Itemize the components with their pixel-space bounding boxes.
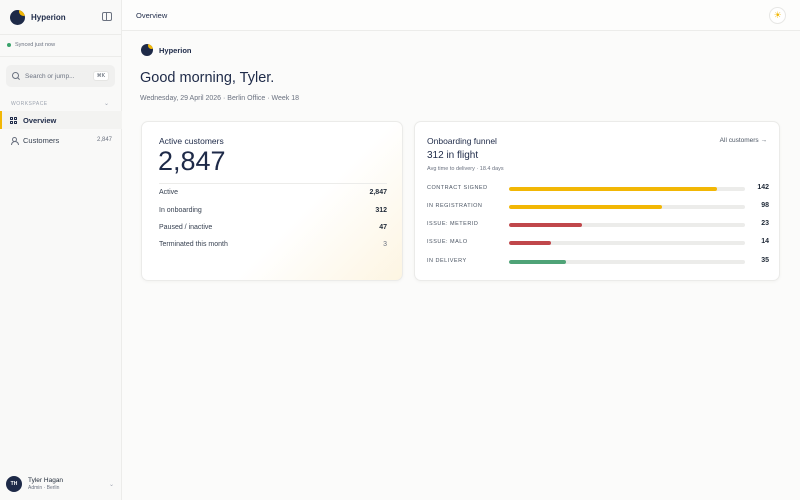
funnel-row: IN DELIVERY 35 bbox=[427, 257, 769, 267]
funnel-stage-count: 14 bbox=[761, 238, 769, 245]
funnel-row: IN REGISTRATION 98 bbox=[427, 202, 769, 212]
funnel-bar-track bbox=[509, 260, 745, 264]
stat-value: 2,847 bbox=[369, 189, 387, 196]
sidebar-item-count: 2,847 bbox=[96, 137, 112, 143]
funnel-stage-label: ISSUE: MALO bbox=[427, 239, 468, 245]
funnel-bar-fill bbox=[509, 223, 583, 227]
greeting-heading: Good morning, Tyler. bbox=[140, 70, 275, 86]
funnel-stage-count: 142 bbox=[757, 184, 769, 191]
avatar: TH bbox=[6, 476, 22, 492]
hyperion-logo-icon bbox=[141, 44, 153, 56]
stat-value: 47 bbox=[379, 224, 387, 231]
in-flight-count: 312 in flight bbox=[427, 150, 479, 161]
funnel-bar-track bbox=[509, 205, 745, 209]
theme-toggle-button[interactable]: ☀ bbox=[769, 7, 786, 24]
funnel-bar-track bbox=[509, 223, 745, 227]
funnel-bar-track bbox=[509, 241, 745, 245]
stat-row-paused: Paused / inactive 47 bbox=[159, 224, 387, 231]
sync-status-text: Synced just now bbox=[15, 42, 56, 48]
date-location-line: Wednesday, 29 April 2026 · Berlin Office… bbox=[140, 95, 300, 102]
search-shortcut: ⌘K bbox=[92, 71, 109, 81]
app-name: Hyperion bbox=[31, 13, 66, 22]
hyperion-logo-icon bbox=[10, 10, 25, 25]
sidebar-brand[interactable]: Hyperion bbox=[10, 10, 66, 25]
sidebar: Hyperion Synced just now Search or jump.… bbox=[0, 0, 122, 500]
sidebar-item-customers[interactable]: Customers 2,847 bbox=[0, 131, 122, 149]
divider bbox=[159, 183, 387, 184]
chevron-down-icon[interactable]: ⌄ bbox=[104, 100, 109, 107]
sync-status: Synced just now bbox=[7, 42, 55, 48]
main-brand-name: Hyperion bbox=[159, 45, 192, 55]
funnel-bar-fill bbox=[509, 187, 717, 191]
funnel-bar-fill bbox=[509, 241, 552, 245]
stat-label: Terminated this month bbox=[159, 241, 228, 248]
funnel-bar-fill bbox=[509, 260, 566, 264]
funnel-row: CONTRACT SIGNED 142 bbox=[427, 184, 769, 194]
stat-value: 3 bbox=[383, 241, 387, 248]
funnel-stage-count: 23 bbox=[761, 220, 769, 227]
funnel-row: ISSUE: MALO 14 bbox=[427, 238, 769, 248]
stat-row-active: Active 2,847 bbox=[159, 189, 387, 196]
divider bbox=[0, 34, 122, 35]
user-icon bbox=[10, 136, 19, 145]
onboarding-funnel-card: Onboarding funnel All customers → 312 in… bbox=[414, 121, 780, 281]
funnel-row: ISSUE: METERID 23 bbox=[427, 220, 769, 230]
funnel-stage-label: CONTRACT SIGNED bbox=[427, 185, 488, 191]
active-customers-total: 2,847 bbox=[158, 146, 226, 176]
sun-icon: ☀ bbox=[773, 10, 782, 20]
status-dot-icon bbox=[7, 43, 11, 47]
all-customers-link[interactable]: All customers → bbox=[720, 137, 767, 144]
sidebar-item-overview[interactable]: Overview bbox=[0, 111, 122, 129]
divider bbox=[0, 56, 122, 57]
active-customers-card: Active customers 2,847 Active 2,847 In o… bbox=[141, 121, 403, 281]
user-name: Tyler Hagan bbox=[28, 477, 64, 484]
sidebar-toggle-icon[interactable] bbox=[102, 12, 112, 21]
section-label-workspace: WORKSPACE bbox=[11, 101, 48, 107]
funnel-bar-track bbox=[509, 187, 745, 191]
chevron-icon: ⌄ bbox=[108, 482, 114, 488]
card-title: Onboarding funnel bbox=[427, 136, 497, 146]
search-icon bbox=[12, 72, 20, 80]
funnel-stage-label: ISSUE: METERID bbox=[427, 221, 479, 227]
funnel-stage-count: 98 bbox=[761, 202, 769, 209]
funnel-stage-label: IN REGISTRATION bbox=[427, 203, 483, 209]
stat-label: In onboarding bbox=[159, 207, 202, 214]
page-title: Overview bbox=[136, 11, 168, 20]
topbar: Overview ☀ bbox=[122, 0, 800, 31]
card-title: Active customers bbox=[159, 136, 224, 146]
stat-label: Paused / inactive bbox=[159, 224, 213, 231]
funnel-bar-fill bbox=[509, 205, 663, 209]
grid-icon bbox=[10, 116, 17, 124]
stat-value: 312 bbox=[375, 207, 387, 214]
sidebar-item-label: Customers bbox=[23, 135, 60, 145]
user-profile[interactable]: TH Tyler Hagan Admin · Berlin ⌄ bbox=[6, 476, 116, 492]
search-placeholder: Search or jump... bbox=[25, 72, 75, 80]
stat-label: Active bbox=[159, 189, 179, 196]
main-brand: Hyperion bbox=[141, 44, 192, 56]
user-role: Admin · Berlin bbox=[28, 485, 60, 491]
funnel-stage-label: IN DELIVERY bbox=[427, 258, 467, 264]
sidebar-item-label: Overview bbox=[23, 115, 57, 125]
stat-row-terminated: Terminated this month 3 bbox=[159, 241, 387, 248]
search-input[interactable]: Search or jump... ⌘K bbox=[6, 65, 115, 87]
stat-row-onboarding: In onboarding 312 bbox=[159, 207, 387, 214]
avg-delivery-time: Avg time to delivery · 18.4 days bbox=[427, 166, 504, 172]
funnel-stage-count: 35 bbox=[761, 257, 769, 264]
